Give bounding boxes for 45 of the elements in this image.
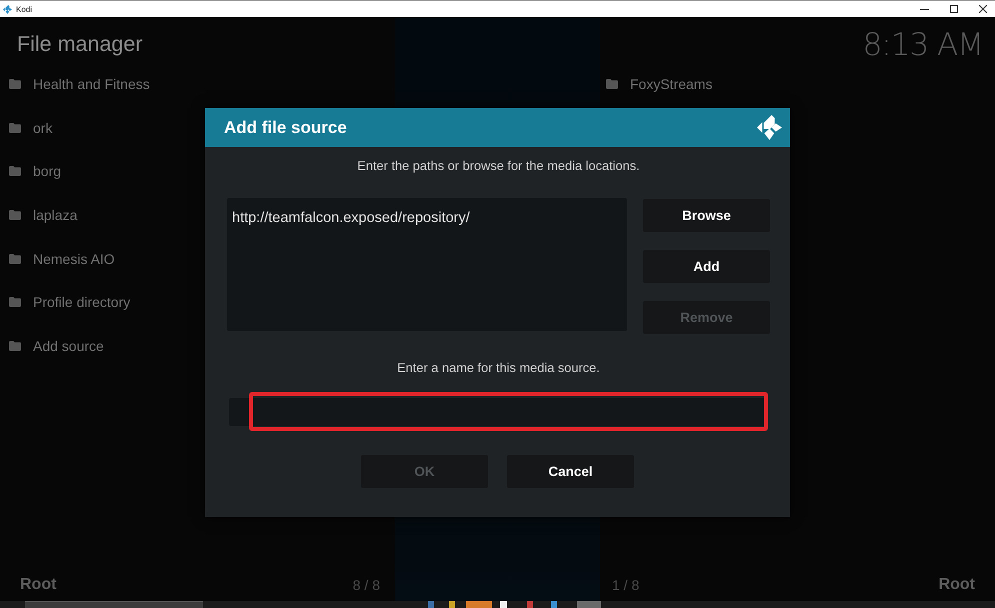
item-count: 8 / 8 (352, 577, 380, 593)
dialog-title: Add file source (224, 118, 347, 138)
dialog-button[interactable]: Browse (643, 199, 770, 232)
input-field[interactable] (229, 398, 766, 426)
folder-icon (9, 78, 21, 89)
clock: 8:13 AM (862, 26, 983, 62)
source-item[interactable]: laplaza (33, 206, 78, 223)
taskbar-app-icon[interactable] (466, 601, 492, 608)
paths-list[interactable]: http://teamfalcon.exposed/repository/ (227, 198, 627, 331)
folder-icon (9, 166, 21, 176)
folder-icon (9, 297, 21, 308)
source-item[interactable]: Profile directory (33, 294, 130, 310)
minimize-icon[interactable] (920, 8, 929, 10)
source-item[interactable]: Add source (33, 338, 104, 354)
taskbar-search-field[interactable] (25, 601, 203, 608)
folder-icon (9, 122, 21, 133)
page-title: File manager (17, 32, 142, 57)
taskbar-app-icon[interactable] (527, 601, 533, 608)
source-item[interactable]: Nemesis AIO (33, 250, 115, 267)
source-item[interactable]: FoxyStreams (630, 76, 712, 92)
app-logo-icon (3, 4, 12, 14)
taskbar-app-icon[interactable] (449, 601, 455, 608)
folder-icon (606, 78, 618, 89)
folder-icon (9, 340, 21, 351)
paths-prompt: Enter the paths or browse for the media locations. (356, 158, 641, 174)
close-icon[interactable] (979, 5, 987, 13)
window-title: Kodi (16, 4, 32, 14)
source-item[interactable]: Health and Fitness (33, 76, 150, 92)
name-prompt: Enter a name for this media source. (396, 360, 601, 376)
taskbar-app-icon[interactable] (577, 601, 601, 608)
source-item[interactable]: ork (33, 120, 52, 136)
dialog-button[interactable]: Add (643, 250, 770, 283)
logo-icon (757, 115, 782, 140)
item-count: 1 / 8 (612, 577, 640, 593)
path-label: Root (20, 576, 56, 594)
folder-icon (9, 210, 21, 220)
maximize-icon[interactable] (950, 5, 958, 13)
taskbar-app-icon[interactable] (428, 601, 434, 608)
folder-icon (9, 254, 21, 264)
path-label: Root (938, 576, 975, 594)
taskbar-app-icon[interactable] (551, 601, 557, 608)
source-item[interactable]: borg (33, 163, 62, 180)
dialog-button[interactable]: Cancel (507, 455, 634, 488)
taskbar-app-icon[interactable] (500, 601, 507, 608)
path-entry[interactable]: http://teamfalcon.exposed/repository/ (232, 208, 622, 228)
